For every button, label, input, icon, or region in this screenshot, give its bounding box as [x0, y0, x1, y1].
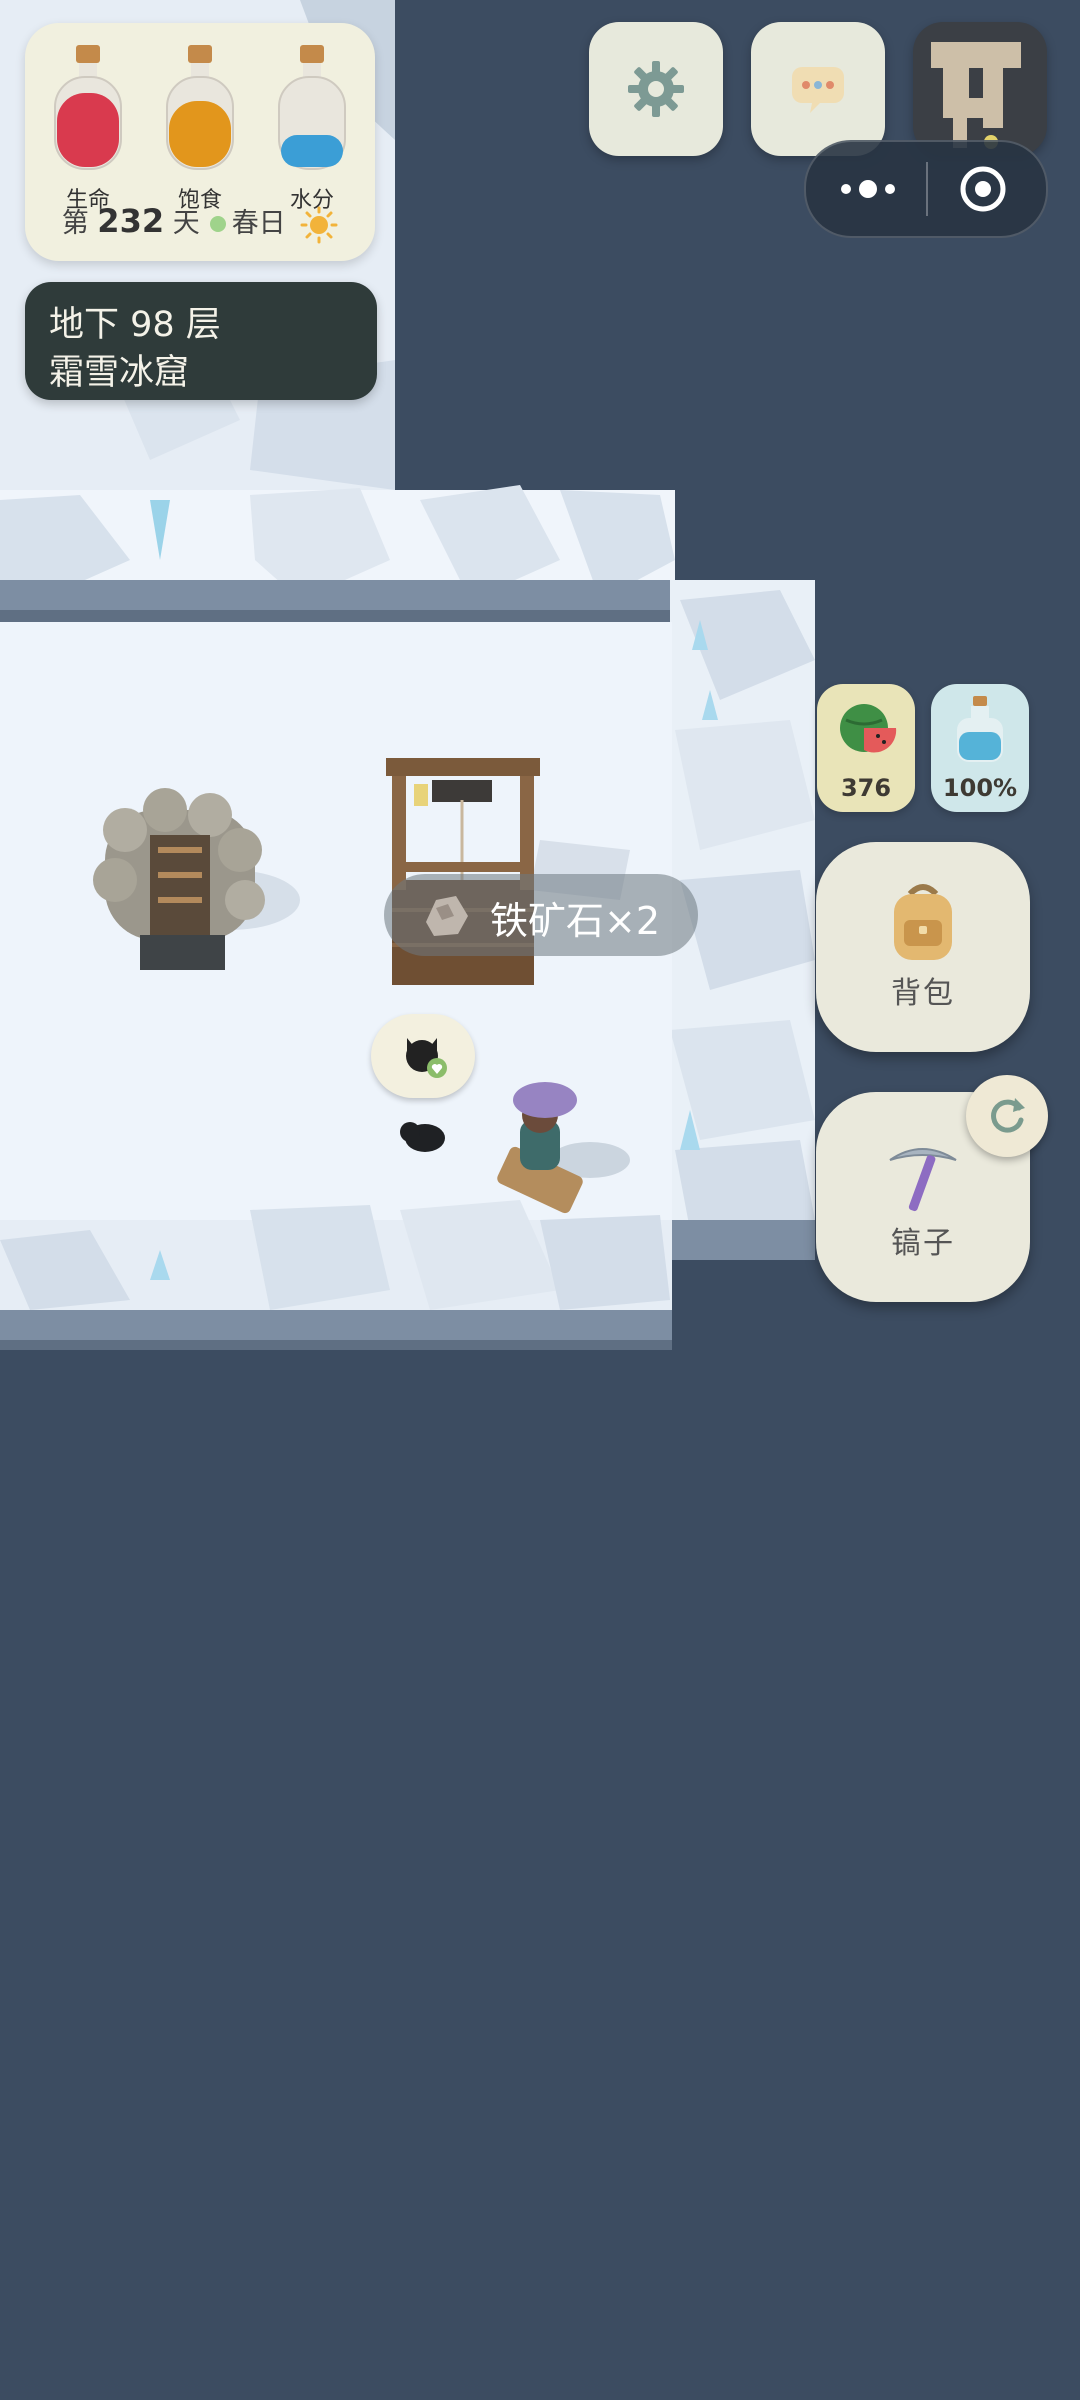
health-meter: 生命	[43, 41, 133, 214]
toast-text: 铁矿石×2	[490, 899, 661, 943]
watermelon-icon	[840, 704, 897, 753]
backpack-icon	[894, 884, 952, 960]
cat-heart-icon	[406, 1038, 447, 1078]
pickaxe-label: 镐子	[891, 1226, 955, 1261]
area-name: 霜雪冰窟	[49, 353, 190, 393]
refresh-button[interactable]	[966, 1075, 1048, 1157]
water-counter[interactable]: 100%	[931, 684, 1029, 812]
health-bottle-icon	[54, 45, 122, 170]
minimap-button[interactable]	[913, 22, 1047, 156]
location-label: 地下 98 层 霜雪冰窟	[25, 282, 377, 400]
season-dot	[209, 215, 226, 232]
pet-bubble[interactable]	[371, 1014, 475, 1098]
season-label: 春日	[231, 208, 286, 239]
pickaxe-icon	[889, 1148, 957, 1212]
menu-capsule	[804, 140, 1048, 238]
hunger-bottle-icon	[166, 45, 234, 170]
status-panel: 生命 饱食 水分 第 232 天春日	[25, 23, 375, 261]
food-counter[interactable]: 376	[817, 684, 915, 812]
gear-icon	[628, 61, 684, 117]
chat-bubble-icon	[792, 67, 844, 113]
sun-icon	[300, 206, 338, 243]
hunger-meter: 饱食	[155, 41, 245, 214]
water-bottle-icon	[957, 696, 1003, 762]
depth-label: 地下 98 层	[49, 305, 221, 345]
item-pickup-toast: 铁矿石×2	[384, 874, 698, 956]
capsule-divider	[926, 162, 928, 216]
day-suffix: 天	[172, 208, 200, 239]
target-circle-icon[interactable]	[958, 164, 1008, 214]
backpack-label: 背包	[891, 976, 955, 1011]
settings-button[interactable]	[589, 22, 723, 156]
food-value: 376	[840, 774, 892, 802]
more-dots-icon[interactable]	[836, 169, 900, 209]
day-counter: 第 232 天春日	[25, 201, 375, 244]
day-prefix: 第	[61, 208, 89, 239]
chat-button[interactable]	[751, 22, 885, 156]
backpack-button[interactable]: 背包	[816, 842, 1030, 1052]
water-value: 100%	[942, 774, 1018, 802]
refresh-icon	[991, 1098, 1025, 1133]
ore-icon	[426, 896, 468, 936]
map-icon	[931, 42, 1021, 149]
water-bottle-icon	[278, 45, 346, 170]
water-meter: 水分	[267, 41, 357, 214]
day-number: 232	[97, 202, 165, 240]
